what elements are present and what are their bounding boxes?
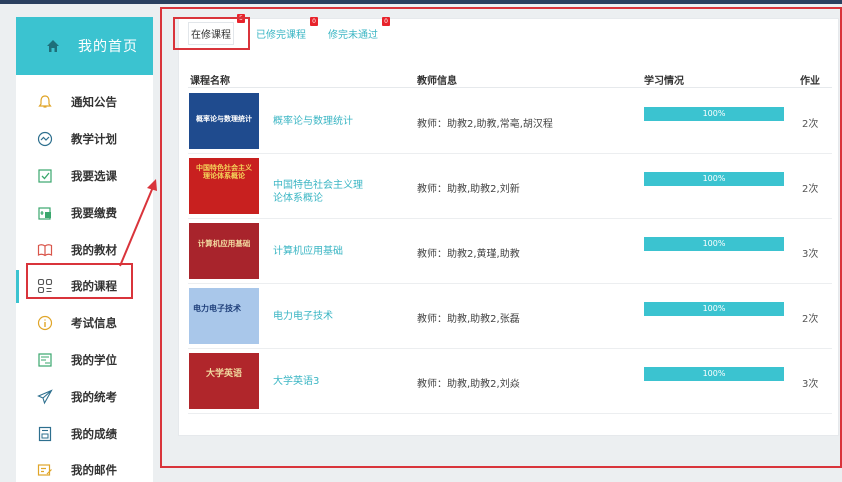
sidebar-item-exam-info[interactable]: 考试信息	[16, 305, 153, 342]
sidebar-item-unified-exam[interactable]: 我的统考	[16, 378, 153, 415]
highlight-box-sidebar	[26, 263, 133, 299]
sidebar-item-grades[interactable]: 我的成绩	[16, 415, 153, 452]
sidebar-item-label: 我要缴费	[71, 205, 117, 220]
report-icon	[38, 426, 52, 441]
chart-wave-icon	[37, 132, 53, 147]
sidebar-item-label: 我的统考	[71, 389, 117, 404]
bell-icon	[38, 95, 52, 108]
sidebar-item-label: 教学计划	[71, 132, 117, 147]
book-icon	[37, 243, 53, 256]
sidebar-item-payment[interactable]: 我要缴费	[16, 194, 153, 231]
sidebar-item-label: 我的学位	[71, 352, 117, 367]
sidebar-item-notice[interactable]: 通知公告	[16, 84, 153, 121]
mail-edit-icon	[37, 464, 52, 476]
sidebar-item-label: 我的教材	[71, 242, 117, 257]
home-icon	[47, 40, 59, 52]
sidebar-item-label: 我的成绩	[71, 426, 117, 441]
sidebar-item-mail[interactable]: 我的邮件	[16, 452, 153, 482]
sidebar-item-label: 我的邮件	[71, 463, 117, 478]
sidebar-item-label: 我要选课	[71, 168, 117, 183]
sidebar-item-plan[interactable]: 教学计划	[16, 121, 153, 158]
info-icon	[37, 316, 53, 331]
highlight-box-tab	[173, 17, 250, 50]
home-label: 我的首页	[78, 39, 138, 55]
sidebar: 我的首页 通知公告 教学计划 我要选课 我要缴费 我的教材 我的课程 考试信息 …	[16, 17, 153, 482]
sidebar-item-label: 考试信息	[71, 316, 117, 331]
sidebar-item-course-select[interactable]: 我要选课	[16, 158, 153, 195]
payment-icon	[38, 207, 51, 220]
highlight-box-main	[160, 7, 842, 468]
paper-plane-icon	[37, 389, 53, 405]
sidebar-item-label: 通知公告	[71, 95, 117, 110]
degree-icon	[38, 353, 52, 367]
sidebar-item-degree[interactable]: 我的学位	[16, 342, 153, 379]
checkbox-icon	[38, 169, 52, 183]
home-nav[interactable]: 我的首页	[16, 17, 153, 75]
top-bar	[0, 0, 842, 4]
